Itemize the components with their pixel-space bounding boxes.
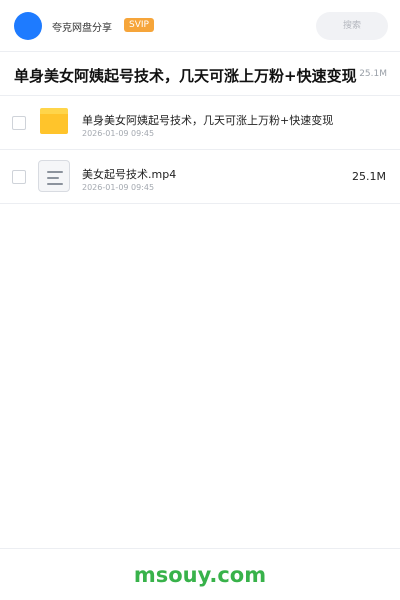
header-bar: 夸克网盘分享 SVIP 搜索 [0, 0, 400, 52]
search-button[interactable]: 搜索 [316, 12, 388, 40]
list-item-file[interactable]: 美女起号技术.mp4 2026-01-09 09:45 25.1M [0, 150, 400, 204]
page-title: 单身美女阿姨起号技术，几天可涨上万粉+快速变现 [14, 67, 357, 85]
share-title-row: 单身美女阿姨起号技术，几天可涨上万粉+快速变现 25.1M [0, 52, 400, 96]
select-checkbox[interactable] [12, 170, 26, 184]
list-item-folder[interactable]: 单身美女阿姨起号技术，几天可涨上万粉+快速变现 2026-01-09 09:45 [0, 96, 400, 150]
footer-watermark-bar: msouy.com [0, 548, 400, 600]
avatar[interactable] [14, 12, 42, 40]
watermark-text: msouy.com [133, 563, 267, 587]
select-checkbox[interactable] [12, 116, 26, 130]
svip-badge: SVIP [124, 18, 154, 32]
total-size: 25.1M [359, 69, 387, 79]
folder-icon [40, 108, 68, 134]
file-name: 美女起号技术.mp4 [82, 168, 177, 181]
username: 夸克网盘分享 [52, 23, 112, 34]
document-icon [38, 160, 70, 192]
file-name: 单身美女阿姨起号技术，几天可涨上万粉+快速变现 [82, 114, 334, 127]
file-date: 2026-01-09 09:45 [82, 183, 155, 192]
file-size: 25.1M [352, 170, 386, 183]
file-date: 2026-01-09 09:45 [82, 129, 155, 138]
